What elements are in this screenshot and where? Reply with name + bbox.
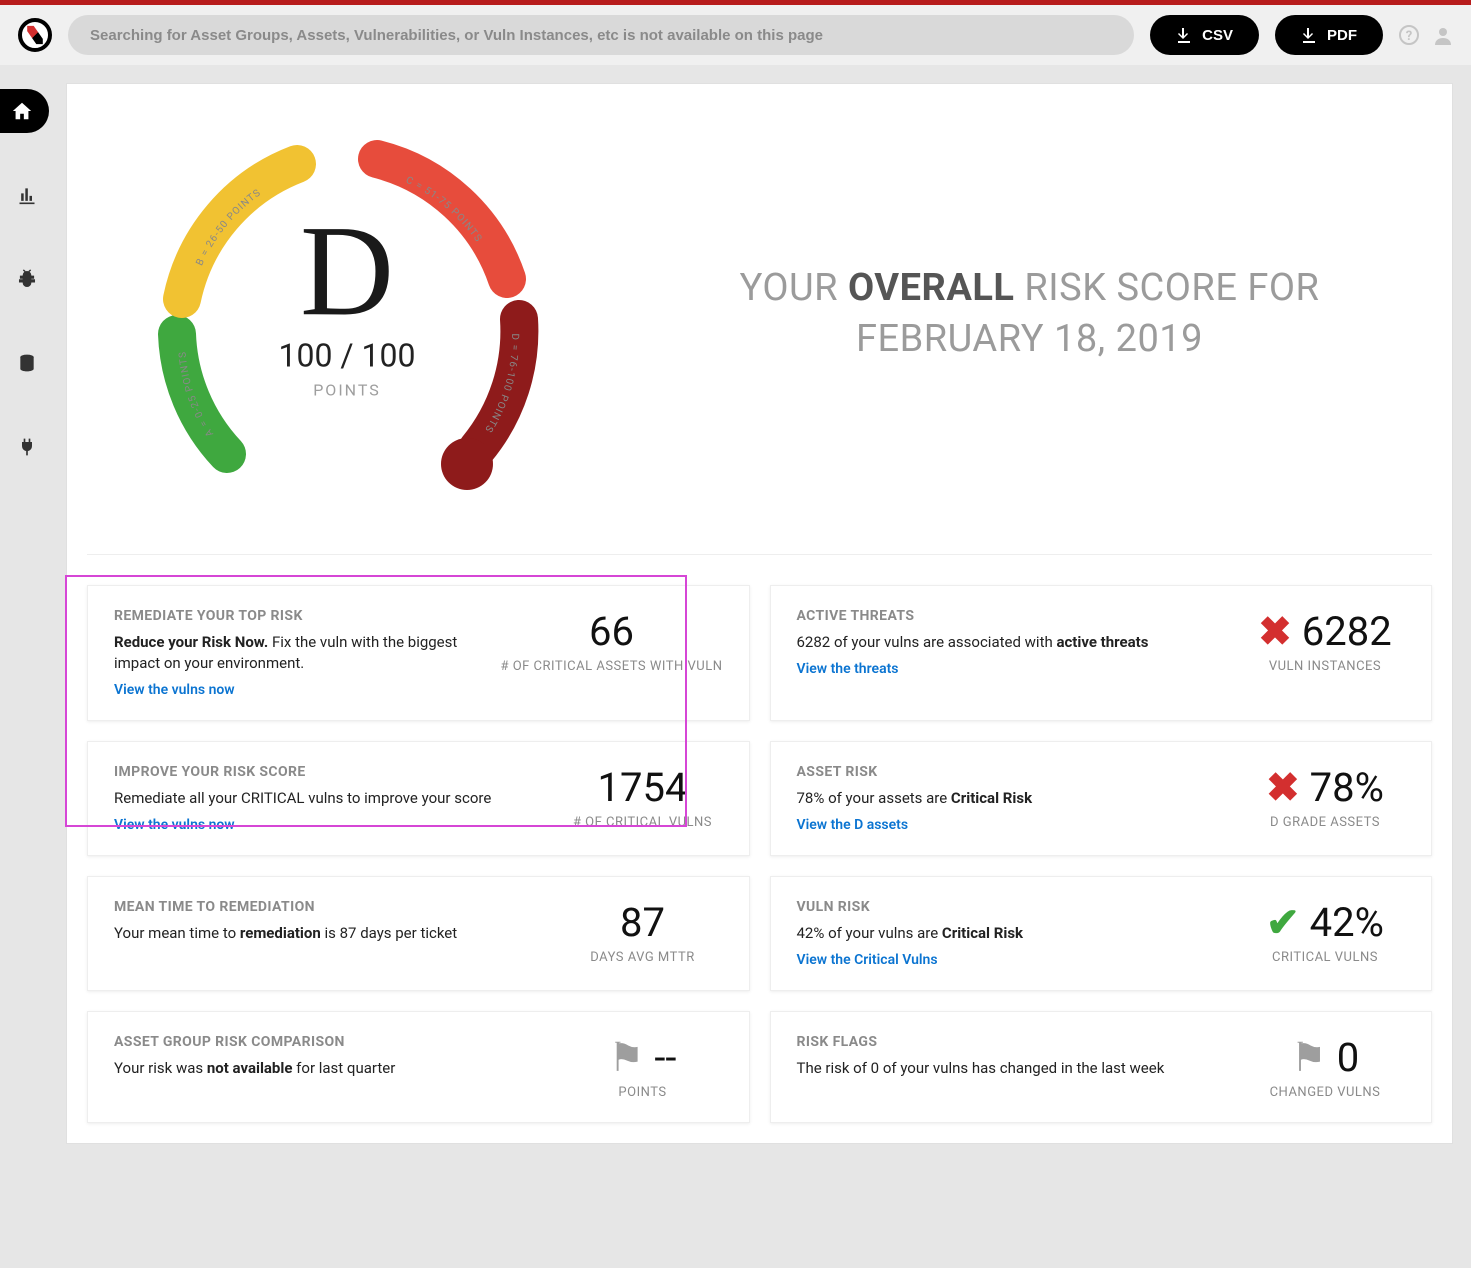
card-desc: Reduce your Risk Now. Fix the vuln with … [114,632,480,674]
main-panel: A = 0-25 POINTS B = 26-50 POINTS C = 51-… [66,83,1453,1144]
card-improve-risk-score: IMPROVE YOUR RISK SCORE Remediate all yo… [87,741,750,856]
stat-value: 1754 [563,764,723,811]
card-risk-flags: RISK FLAGS The risk of 0 of your vulns h… [770,1011,1433,1123]
card-title: REMEDIATE YOUR TOP RISK [114,608,480,624]
stat-value: ⚑-- [563,1034,723,1081]
export-pdf-label: PDF [1327,27,1357,44]
stat-label: POINTS [563,1085,723,1100]
hero-title-prefix: YOUR [740,266,848,310]
card-desc: Your risk was not available for last qua… [114,1058,543,1079]
hero-title: YOUR OVERALL RISK SCORE FOR FEBRUARY 18,… [637,263,1422,366]
hero-title-suffix: RISK SCORE FOR [1014,266,1319,310]
card-title: IMPROVE YOUR RISK SCORE [114,764,543,780]
sidebar-item-bug[interactable] [5,257,49,301]
stat-value: 87 [563,899,723,946]
export-csv-label: CSV [1202,27,1233,44]
card-title: ASSET RISK [797,764,1226,780]
sidebar-item-home[interactable] [0,89,49,133]
hero-title-strong: OVERALL [848,266,1014,310]
card-desc: The risk of 0 of your vulns has changed … [797,1058,1226,1079]
card-title: RISK FLAGS [797,1034,1226,1050]
risk-gauge: A = 0-25 POINTS B = 26-50 POINTS C = 51-… [127,114,567,514]
risk-score-label: POINTS [279,380,416,399]
card-desc: 78% of your assets are Critical Risk [797,788,1226,809]
brand-logo[interactable] [18,18,52,52]
card-remediate-top-risk: REMEDIATE YOUR TOP RISK Reduce your Risk… [87,585,750,721]
x-icon: ✖ [1258,608,1292,655]
search-input[interactable] [68,15,1134,55]
stat-label: CRITICAL VULNS [1245,950,1405,965]
stat-value: ⚑0 [1245,1034,1405,1081]
flag-icon: ⚑ [1291,1034,1327,1081]
x-icon: ✖ [1266,764,1300,811]
hero-section: A = 0-25 POINTS B = 26-50 POINTS C = 51-… [87,84,1432,555]
stat-value: ✖78% [1245,764,1405,811]
stat-value: ✔42% [1245,899,1405,946]
stat-label: # OF CRITICAL VULNS [563,815,723,830]
download-icon [1176,27,1192,43]
risk-grade: D [279,196,416,346]
check-icon: ✔ [1266,899,1300,946]
user-icon[interactable] [1433,25,1453,45]
risk-score: 100 / 100 [279,336,416,374]
sidebar [0,65,54,1144]
card-title: ASSET GROUP RISK COMPARISON [114,1034,543,1050]
stat-label: DAYS AVG MTTR [563,950,723,965]
card-title: ACTIVE THREATS [797,608,1226,624]
card-title: VULN RISK [797,899,1226,915]
export-pdf-button[interactable]: PDF [1275,15,1383,55]
view-vulns-link[interactable]: View the vulns now [114,682,235,698]
top-bar: CSV PDF ? [0,5,1471,65]
card-asset-risk: ASSET RISK 78% of your assets are Critic… [770,741,1433,856]
help-icon[interactable]: ? [1399,25,1419,45]
card-desc-lead: Reduce your Risk Now. [114,633,268,651]
card-desc: 42% of your vulns are Critical Risk [797,923,1226,944]
sidebar-item-database[interactable] [5,341,49,385]
flag-icon: ⚑ [609,1034,645,1081]
download-icon [1301,27,1317,43]
card-active-threats: ACTIVE THREATS 6282 of your vulns are as… [770,585,1433,721]
stat-label: # OF CRITICAL ASSETS WITH VULN [500,659,722,674]
stat-label: CHANGED VULNS [1245,1085,1405,1100]
view-critical-vulns-link[interactable]: View the Critical Vulns [797,952,938,968]
view-d-assets-link[interactable]: View the D assets [797,817,909,833]
sidebar-item-analytics[interactable] [5,173,49,217]
stat-label: VULN INSTANCES [1245,659,1405,674]
card-desc: Your mean time to remediation is 87 days… [114,923,543,944]
export-csv-button[interactable]: CSV [1150,15,1259,55]
stat-value: 66 [500,608,722,655]
stat-value: ✖6282 [1245,608,1405,655]
svg-text:?: ? [1406,29,1412,44]
card-desc: 6282 of your vulns are associated with a… [797,632,1226,653]
sidebar-item-plug[interactable] [5,425,49,469]
card-mttr: MEAN TIME TO REMEDIATION Your mean time … [87,876,750,991]
view-vulns-link[interactable]: View the vulns now [114,817,235,833]
card-risk-comparison: ASSET GROUP RISK COMPARISON Your risk wa… [87,1011,750,1123]
view-threats-link[interactable]: View the threats [797,661,899,677]
card-title: MEAN TIME TO REMEDIATION [114,899,543,915]
stat-label: D GRADE ASSETS [1245,815,1405,830]
hero-date: FEBRUARY 18, 2019 [856,317,1203,361]
card-desc: Remediate all your CRITICAL vulns to imp… [114,788,543,809]
card-vuln-risk: VULN RISK 42% of your vulns are Critical… [770,876,1433,991]
